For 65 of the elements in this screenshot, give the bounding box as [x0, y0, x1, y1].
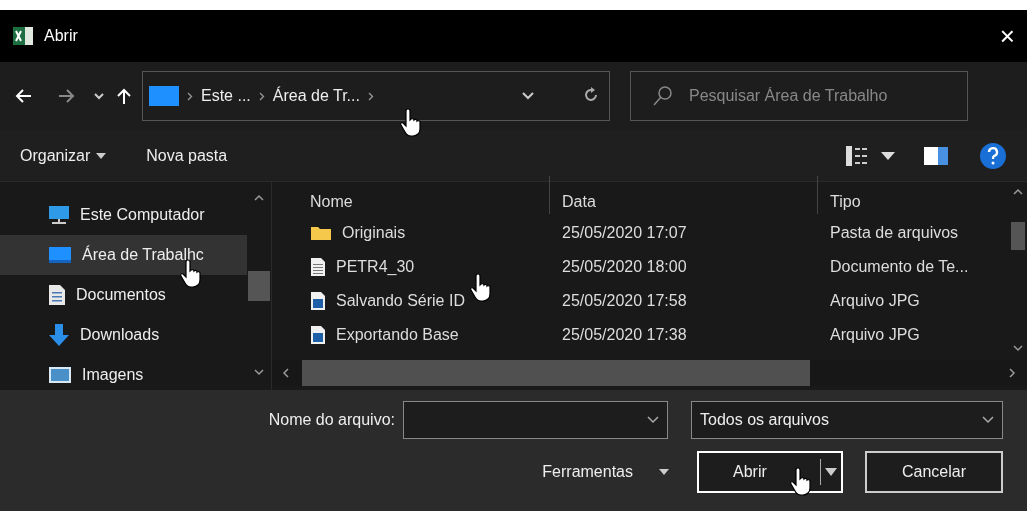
- sidebar-item[interactable]: Área de Trabalhc: [0, 235, 247, 275]
- column-header[interactable]: Nome: [272, 176, 550, 214]
- help-icon[interactable]: [979, 141, 1007, 170]
- preview-pane-icon[interactable]: [923, 145, 949, 166]
- search-field[interactable]: Pesquisar Área de Trabalho: [630, 71, 968, 121]
- text-file-icon: [310, 257, 326, 277]
- new-folder-button[interactable]: Nova pasta: [146, 143, 228, 168]
- close-button[interactable]: ×: [999, 23, 1015, 49]
- filename-combo-box[interactable]: [403, 401, 668, 439]
- search-icon: [652, 85, 674, 107]
- breadcrumb-item[interactable]: Este ...: [201, 84, 251, 108]
- cancel-button[interactable]: Cancelar: [865, 451, 1003, 493]
- file-date: 25/05/2020 17:07: [562, 224, 687, 241]
- file-date: 25/05/2020 17:38: [562, 326, 687, 343]
- open-button[interactable]: Abrir: [697, 451, 843, 493]
- spreadsheet-app-icon: [12, 26, 34, 46]
- caret-icon: [96, 152, 107, 159]
- chevron-right-icon: [367, 91, 374, 101]
- image-file-icon: [310, 291, 326, 311]
- up-arrow-icon[interactable]: [116, 87, 132, 105]
- file-name[interactable]: Originais: [342, 221, 406, 245]
- file-type: Arquivo JPG: [830, 326, 920, 343]
- pictures-icon: [48, 366, 72, 384]
- column-header[interactable]: Data: [550, 176, 818, 214]
- download-arrow-icon: [48, 323, 70, 347]
- computer-icon: [48, 205, 70, 225]
- sidebar-item[interactable]: Downloads: [0, 315, 247, 355]
- file-type: Documento de Te...: [830, 258, 969, 275]
- column-header[interactable]: Tipo: [818, 176, 861, 214]
- organize-menu-button[interactable]: Organizar: [20, 143, 107, 168]
- file-name[interactable]: Exportando Base: [336, 323, 459, 347]
- tools-menu-button[interactable]: Ferramentas: [542, 460, 669, 484]
- sidebar-item[interactable]: Documentos: [0, 275, 247, 315]
- scrollbar-thumb[interactable]: [248, 271, 270, 301]
- address-bar[interactable]: Este ... Área de Tr...: [142, 71, 610, 121]
- caret-icon: [659, 469, 669, 475]
- chevron-right-icon: [258, 91, 265, 101]
- file-type-dropdown[interactable]: Todos os arquivos: [691, 401, 1003, 439]
- caret-icon: [825, 468, 837, 476]
- desktop-icon: [149, 86, 179, 106]
- caret-icon[interactable]: [881, 151, 895, 160]
- file-date: 25/05/2020 17:58: [562, 292, 687, 309]
- chevron-down-icon[interactable]: [94, 92, 104, 100]
- desktop-icon: [48, 246, 72, 264]
- chevron-down-icon: [982, 416, 994, 424]
- scrollbar-thumb[interactable]: [1011, 222, 1025, 250]
- window-title: Abrir: [44, 26, 78, 46]
- sidebar-item[interactable]: Imagens: [0, 355, 247, 390]
- scrollbar-thumb[interactable]: [302, 360, 810, 386]
- file-date: 25/05/2020 18:00: [562, 258, 687, 275]
- image-file-icon: [310, 325, 326, 345]
- folder-icon: [310, 225, 332, 241]
- file-type: Pasta de arquivos: [830, 224, 959, 241]
- file-name[interactable]: Salvando Série ID: [336, 289, 465, 313]
- chevron-down-icon: [647, 416, 659, 424]
- filename-label: Nome do arquivo:: [268, 410, 395, 430]
- file-type: Arquivo JPG: [830, 292, 920, 309]
- forward-arrow-icon[interactable]: [58, 88, 76, 104]
- back-arrow-icon[interactable]: [14, 88, 32, 104]
- chevron-down-icon[interactable]: [521, 91, 535, 101]
- document-icon: [48, 284, 66, 306]
- chevron-right-icon: [187, 91, 193, 101]
- breadcrumb-item[interactable]: Área de Tr...: [272, 84, 360, 108]
- sidebar-item[interactable]: Este Computador: [0, 195, 247, 235]
- file-name[interactable]: PETR4_30: [336, 255, 415, 279]
